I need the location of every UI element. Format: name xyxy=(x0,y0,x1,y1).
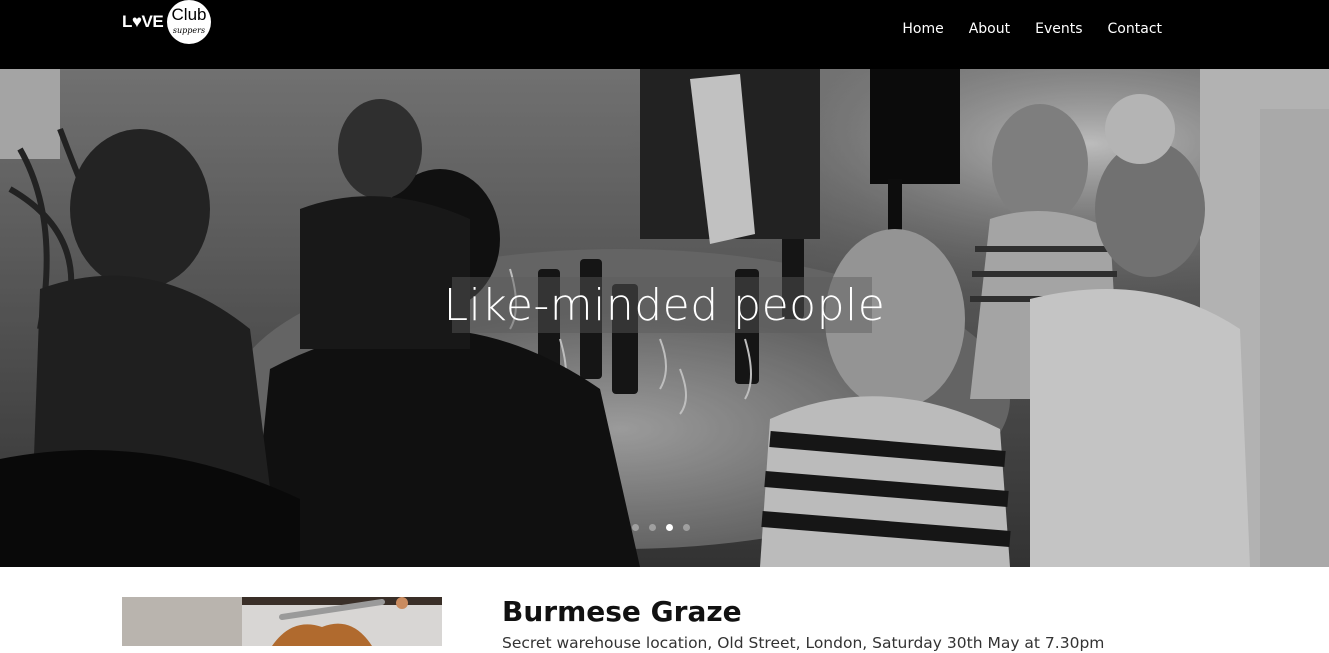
logo-love-text: L♥VE xyxy=(122,12,164,31)
main-nav: Home About Events Contact xyxy=(877,19,1162,39)
nav-home-link[interactable]: Home xyxy=(902,19,943,39)
nav-contact-link[interactable]: Contact xyxy=(1108,19,1162,39)
logo-club-text: Club xyxy=(171,5,207,24)
site-header: L♥VE Club suppers Home About Events Cont… xyxy=(0,0,1329,69)
hero-caption: Like-minded people xyxy=(443,280,886,331)
nav-about-link[interactable]: About xyxy=(969,19,1010,39)
event-title[interactable]: Burmese Graze xyxy=(502,594,742,630)
site-logo[interactable]: L♥VE Club suppers xyxy=(122,0,212,44)
logo-circle: Club suppers xyxy=(167,0,211,44)
slider-dot-4[interactable] xyxy=(683,524,690,531)
slider-dot-2[interactable] xyxy=(649,524,656,531)
nav-events-link[interactable]: Events xyxy=(1035,19,1082,39)
event-thumbnail-image[interactable] xyxy=(122,597,442,646)
slider-pagination xyxy=(632,524,690,531)
slider-dot-1[interactable] xyxy=(632,524,639,531)
event-subtitle: Secret warehouse location, Old Street, L… xyxy=(502,634,1105,652)
hero-slider[interactable]: Like-minded people xyxy=(0,69,1329,567)
logo-suppers-text: suppers xyxy=(172,26,206,35)
event-food-photo xyxy=(122,597,442,646)
slider-dot-3-active[interactable] xyxy=(666,524,673,531)
